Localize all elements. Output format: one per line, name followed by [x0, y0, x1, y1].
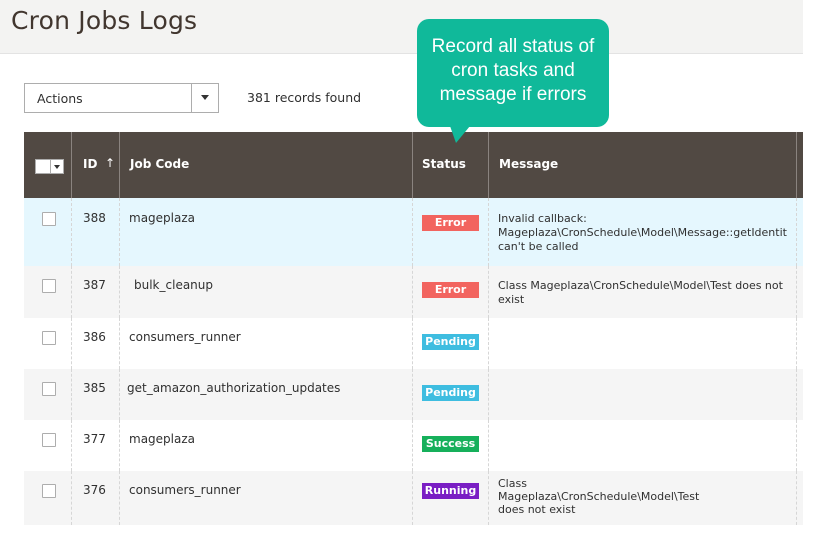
column-divider — [796, 420, 797, 471]
table-row[interactable]: 377 mageplaza Success — [24, 420, 803, 471]
status-badge: Running — [422, 483, 479, 499]
table-row[interactable]: 376 consumers_runner Running Class Mageplaza… — [24, 471, 803, 525]
cell-id: 386 — [83, 330, 106, 344]
column-divider — [412, 471, 413, 525]
message-line: does not exist — [498, 503, 576, 516]
actions-dropdown[interactable]: Actions — [24, 83, 219, 113]
cell-job-code: bulk_cleanup — [134, 278, 214, 292]
column-divider — [71, 198, 72, 266]
column-divider — [119, 318, 120, 369]
status-badge: Error — [422, 282, 479, 298]
column-divider — [796, 318, 797, 369]
page-title: Cron Jobs Logs — [11, 6, 198, 35]
column-header-id[interactable]: ID ↑ — [71, 132, 119, 198]
column-divider — [119, 420, 120, 471]
column-divider — [71, 471, 72, 525]
column-divider — [119, 471, 120, 525]
sort-ascending-icon[interactable]: ↑ — [105, 156, 115, 170]
records-count: 381 records found — [247, 90, 362, 105]
table-row[interactable]: 385 get_amazon_authorization_updates Pendi… — [24, 369, 803, 420]
row-checkbox[interactable] — [42, 331, 56, 345]
table-row[interactable]: 388 mageplaza Error Invalid callback: Magepl… — [24, 198, 803, 266]
column-divider — [412, 420, 413, 471]
column-divider — [71, 369, 72, 420]
callout-line: Record all status of — [431, 36, 595, 57]
column-divider — [488, 369, 489, 420]
cell-id: 387 — [83, 278, 106, 292]
row-checkbox[interactable] — [42, 433, 56, 447]
column-divider — [412, 318, 413, 369]
cell-job-code: mageplaza — [129, 211, 195, 225]
message-line: exist — [498, 293, 525, 306]
column-header-extra — [796, 132, 803, 198]
column-divider — [412, 198, 413, 266]
message-line: Class Mageplaza\CronSchedule\Model\Test … — [498, 279, 783, 292]
page-header: Cron Jobs Logs — [0, 0, 803, 54]
status-badge: Success — [422, 436, 479, 452]
column-divider — [71, 318, 72, 369]
table-row[interactable]: 386 consumers_runner Pending — [24, 318, 803, 369]
column-divider — [796, 369, 797, 420]
grid-header: ID ↑ Job Code Status Message — [24, 132, 803, 198]
callout-tooltip: Record all status of cron tasks and mess… — [417, 19, 609, 127]
column-divider — [119, 369, 120, 420]
actions-label: Actions — [37, 91, 83, 106]
column-divider — [119, 266, 120, 318]
column-header-status-label: Status — [422, 157, 466, 171]
row-checkbox[interactable] — [42, 279, 56, 293]
cell-job-code: get_amazon_authorization_updates — [127, 381, 341, 395]
table-row[interactable]: 387 bulk_cleanup Error Class Mageplaza\Cron… — [24, 266, 803, 318]
mass-select-checkbox[interactable] — [35, 159, 64, 174]
column-divider — [71, 420, 72, 471]
message-line: Invalid callback: — [498, 212, 587, 225]
column-header-job-code[interactable]: Job Code — [119, 132, 412, 198]
cell-job-code: mageplaza — [129, 432, 195, 446]
cell-message: Class Mageplaza\CronSchedule\Model\Test … — [498, 279, 798, 307]
chevron-down-icon[interactable] — [191, 84, 218, 112]
column-divider — [488, 318, 489, 369]
column-divider — [488, 420, 489, 471]
status-badge: Pending — [422, 385, 479, 401]
row-checkbox[interactable] — [42, 484, 56, 498]
cell-id: 377 — [83, 432, 106, 446]
callout-line: cron tasks and — [451, 60, 575, 81]
cell-id: 376 — [83, 483, 106, 497]
callout-line: message if errors — [439, 84, 587, 105]
column-header-message-label: Message — [499, 157, 559, 171]
column-divider — [488, 198, 489, 266]
callout-pointer — [450, 126, 470, 143]
cell-message: Invalid callback: Mageplaza\CronSchedule\… — [498, 212, 798, 254]
status-badge: Error — [422, 215, 479, 231]
row-checkbox[interactable] — [42, 382, 56, 396]
cron-logs-grid: ID ↑ Job Code Status Message 388 mageplaz… — [24, 132, 803, 532]
column-divider — [488, 471, 489, 525]
cell-id: 388 — [83, 211, 106, 225]
message-line: Mageplaza\CronSchedule\Model\Test — [498, 490, 700, 503]
row-checkbox[interactable] — [42, 212, 56, 226]
column-divider — [71, 266, 72, 318]
status-badge: Pending — [422, 334, 479, 350]
message-line: Class — [498, 477, 527, 490]
cell-message: Class Mageplaza\CronSchedule\Model\Test do… — [498, 477, 798, 516]
column-header-job-code-label: Job Code — [130, 157, 190, 171]
cell-job-code: consumers_runner — [129, 330, 241, 344]
cell-job-code: consumers_runner — [129, 483, 241, 497]
column-header-id-label: ID — [83, 157, 98, 171]
column-divider — [412, 369, 413, 420]
message-line: Mageplaza\CronSchedule\Model\Message::ge… — [498, 226, 787, 239]
column-divider — [119, 198, 120, 266]
column-divider — [412, 266, 413, 318]
column-divider — [488, 266, 489, 318]
cell-id: 385 — [83, 381, 106, 395]
column-header-message[interactable]: Message — [488, 132, 796, 198]
message-line: can't be called — [498, 240, 579, 253]
